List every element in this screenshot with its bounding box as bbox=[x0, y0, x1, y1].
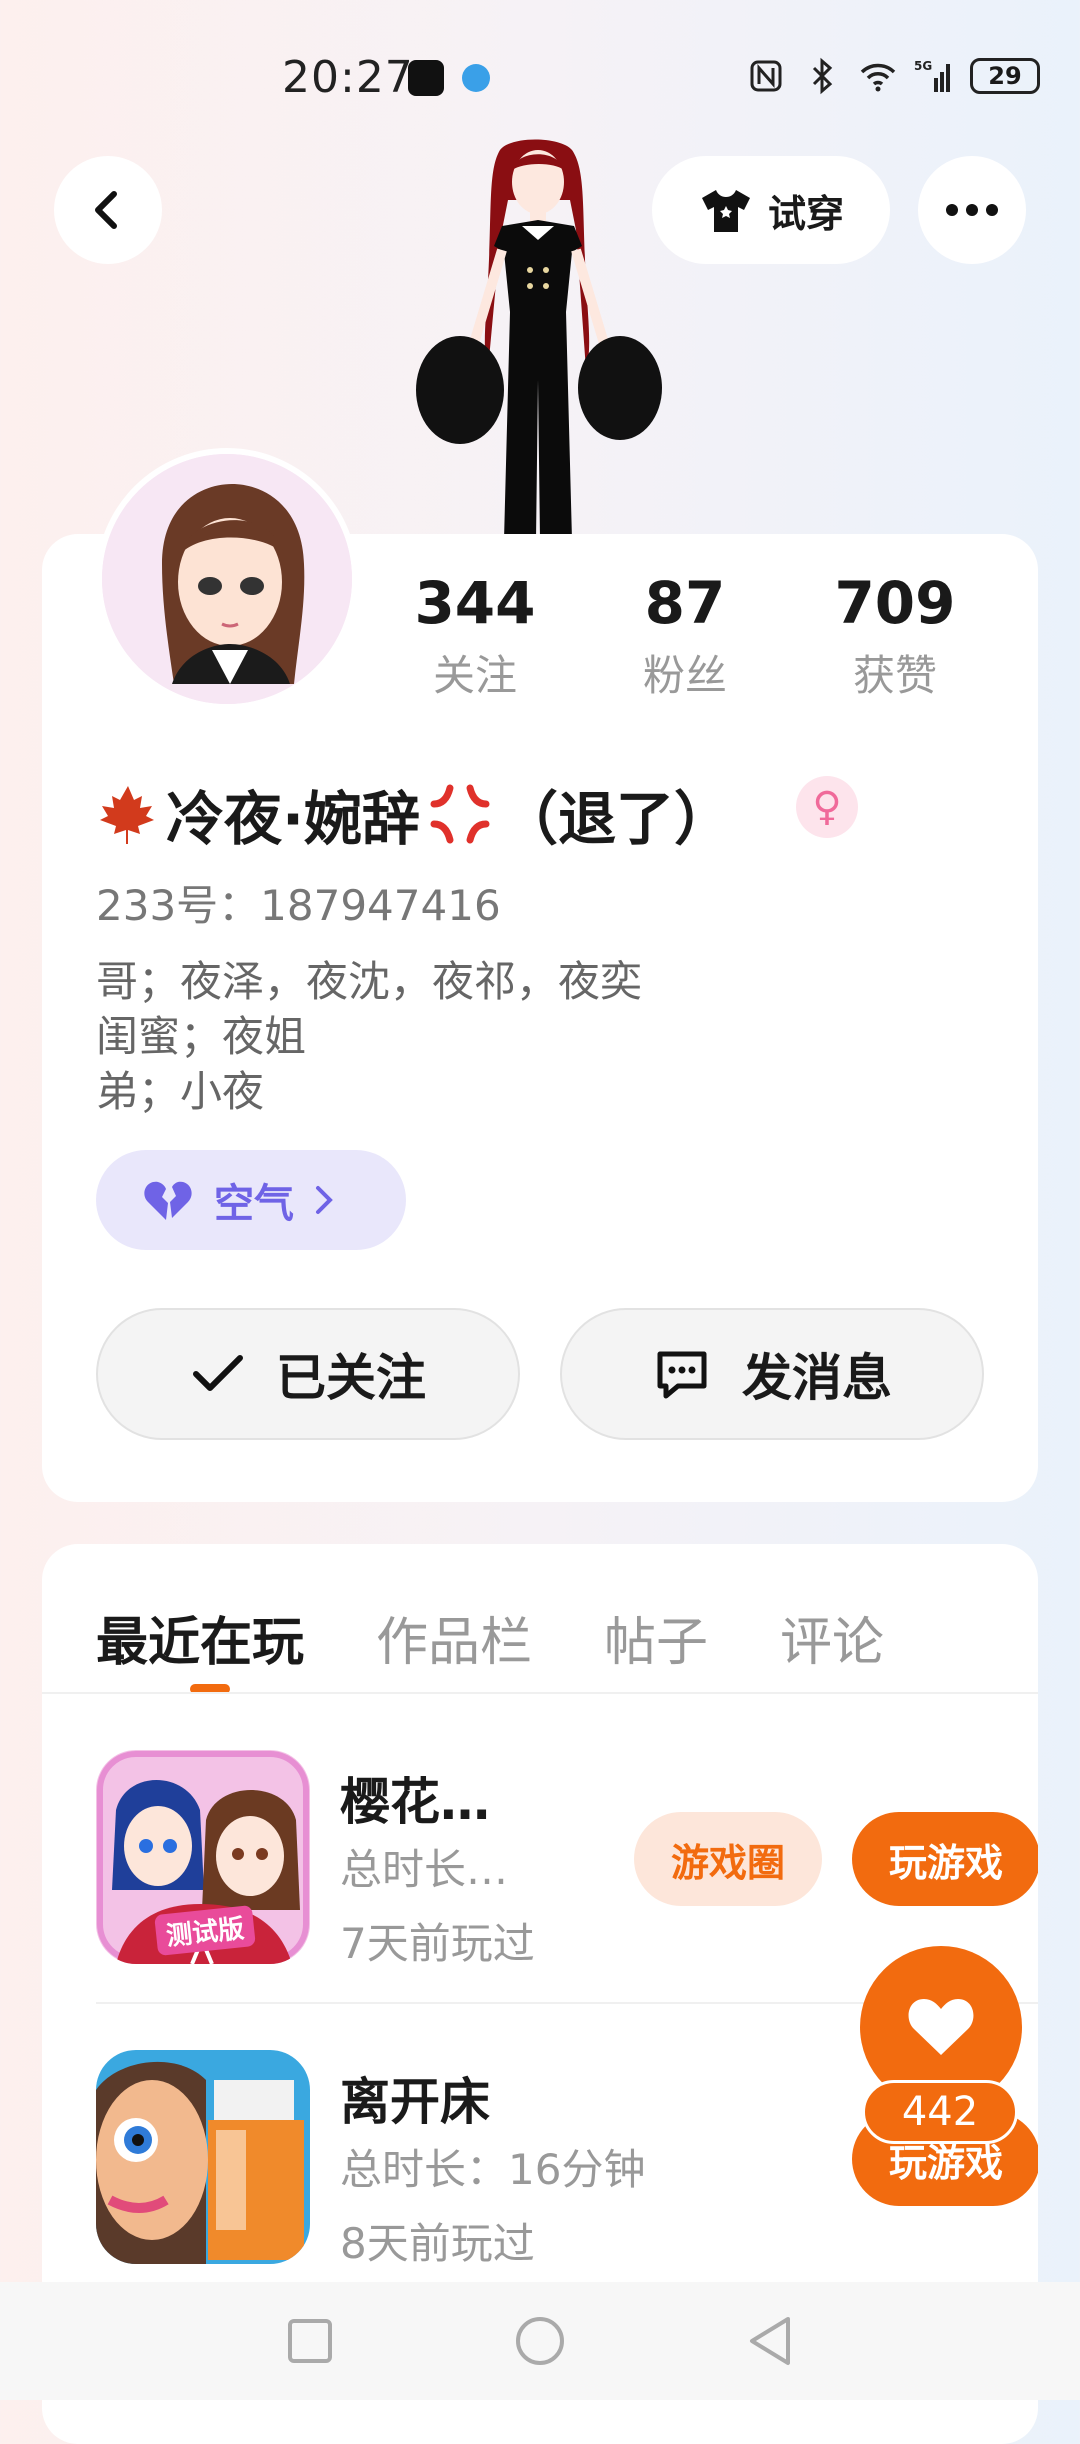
tab-works[interactable]: 作品栏 bbox=[376, 1600, 532, 1675]
game-cover-image bbox=[96, 2050, 310, 2264]
nfc-icon bbox=[750, 60, 782, 92]
status-time: 20:27 bbox=[282, 52, 414, 103]
tab-recently-played[interactable]: 最近在玩 bbox=[96, 1600, 304, 1675]
game-icon-sakura[interactable]: 测试版 bbox=[96, 1750, 310, 1964]
profile-stats: 344 关注 87 粉丝 709 获赞 bbox=[370, 568, 1000, 703]
profile-nickname: 冷夜·婉辞 （退了） bbox=[96, 772, 732, 856]
game-name: 樱花… bbox=[340, 1773, 490, 1831]
chevron-right-icon bbox=[316, 1186, 333, 1214]
profile-avatar[interactable] bbox=[96, 448, 358, 710]
checkmark-icon bbox=[193, 1355, 243, 1391]
maple-leaf-icon bbox=[100, 786, 154, 844]
mood-tag-button[interactable]: 空气 bbox=[96, 1150, 406, 1250]
stat-likes[interactable]: 709 获赞 bbox=[790, 568, 1000, 703]
game-last-played: 7天前玩过 bbox=[340, 1919, 535, 1968]
bio-line: 哥；夜泽，夜沈，夜祁，夜奕 bbox=[96, 957, 643, 1006]
recent-apps-icon[interactable] bbox=[286, 2317, 334, 2365]
anger-symbol-icon bbox=[430, 784, 490, 844]
back-button[interactable] bbox=[54, 156, 162, 264]
more-options-button[interactable] bbox=[918, 156, 1026, 264]
signal-icon: 5G bbox=[914, 59, 950, 92]
send-message-button[interactable]: 发消息 bbox=[560, 1308, 984, 1440]
divider bbox=[42, 1692, 1038, 1694]
profile-bio: 哥；夜泽，夜沈，夜祁，夜奕 闺蜜；夜姐 弟；小夜 bbox=[96, 954, 642, 1119]
home-icon[interactable] bbox=[514, 2315, 566, 2367]
character-avatar-figure bbox=[416, 139, 662, 540]
bio-line: 闺蜜；夜姐 bbox=[96, 1012, 307, 1061]
stat-followers[interactable]: 87 粉丝 bbox=[580, 568, 790, 703]
tab-posts[interactable]: 帖子 bbox=[604, 1600, 708, 1675]
tiktok-notification-icon bbox=[408, 60, 444, 96]
tab-comments[interactable]: 评论 bbox=[780, 1600, 884, 1675]
system-nav-bar bbox=[0, 2282, 1080, 2400]
dot-icon bbox=[986, 204, 998, 216]
user-id: 233号：187947416 bbox=[96, 881, 501, 930]
game-last-played: 8天前玩过 bbox=[340, 2219, 535, 2268]
dot-icon bbox=[946, 204, 958, 216]
back-nav-icon[interactable] bbox=[746, 2315, 794, 2367]
status-icons: 5G 29 bbox=[746, 56, 1040, 96]
stat-label: 获赞 bbox=[852, 651, 937, 700]
mood-tag-label: 空气 bbox=[214, 1181, 294, 1227]
wifi-icon bbox=[860, 63, 896, 92]
bluetooth-icon bbox=[812, 57, 833, 95]
battery-indicator: 29 bbox=[970, 58, 1040, 94]
stat-label: 关注 bbox=[432, 651, 517, 700]
game-list-item[interactable]: 测试版 樱花… 总时长… 7天前玩过 游戏圈 玩游戏 bbox=[96, 1750, 1038, 1980]
stat-following[interactable]: 344 关注 bbox=[370, 568, 580, 703]
stat-value: 344 bbox=[414, 569, 536, 637]
game-icon-leave-bed[interactable] bbox=[96, 2050, 310, 2264]
followed-button[interactable]: 已关注 bbox=[96, 1308, 520, 1440]
game-duration: 总时长… bbox=[340, 1845, 509, 1894]
broken-heart-icon bbox=[144, 1181, 192, 1220]
female-gender-icon: ♀ bbox=[796, 776, 858, 838]
try-on-label: 试穿 bbox=[767, 191, 844, 236]
avatar-image bbox=[102, 454, 352, 704]
game-duration: 总时长：16分钟 bbox=[340, 2145, 646, 2194]
content-tabs: 最近在玩 作品栏 帖子 评论 bbox=[96, 1600, 956, 1675]
heart-icon bbox=[908, 1999, 974, 2055]
nickname-text: 冷夜·婉辞 bbox=[166, 785, 421, 853]
dot-icon bbox=[966, 204, 978, 216]
send-message-label: 发消息 bbox=[742, 1349, 892, 1407]
like-count-badge: 442 bbox=[862, 2080, 1018, 2144]
stat-value: 87 bbox=[644, 569, 726, 637]
nickname-suffix: （退了） bbox=[500, 785, 733, 853]
game-circle-button[interactable]: 游戏圈 bbox=[634, 1812, 822, 1906]
app-notification-icon bbox=[462, 64, 490, 92]
stat-value: 709 bbox=[834, 569, 956, 637]
chat-bubble-icon bbox=[657, 1351, 707, 1399]
play-game-button[interactable]: 玩游戏 bbox=[852, 1812, 1038, 1906]
stat-label: 粉丝 bbox=[642, 651, 727, 700]
bio-line: 弟；小夜 bbox=[96, 1067, 265, 1116]
followed-label: 已关注 bbox=[276, 1349, 426, 1407]
chevron-left-icon bbox=[95, 191, 117, 229]
tshirt-icon bbox=[701, 190, 750, 232]
game-name: 离开床 bbox=[340, 2073, 490, 2131]
svg-text:5G: 5G bbox=[914, 59, 932, 73]
